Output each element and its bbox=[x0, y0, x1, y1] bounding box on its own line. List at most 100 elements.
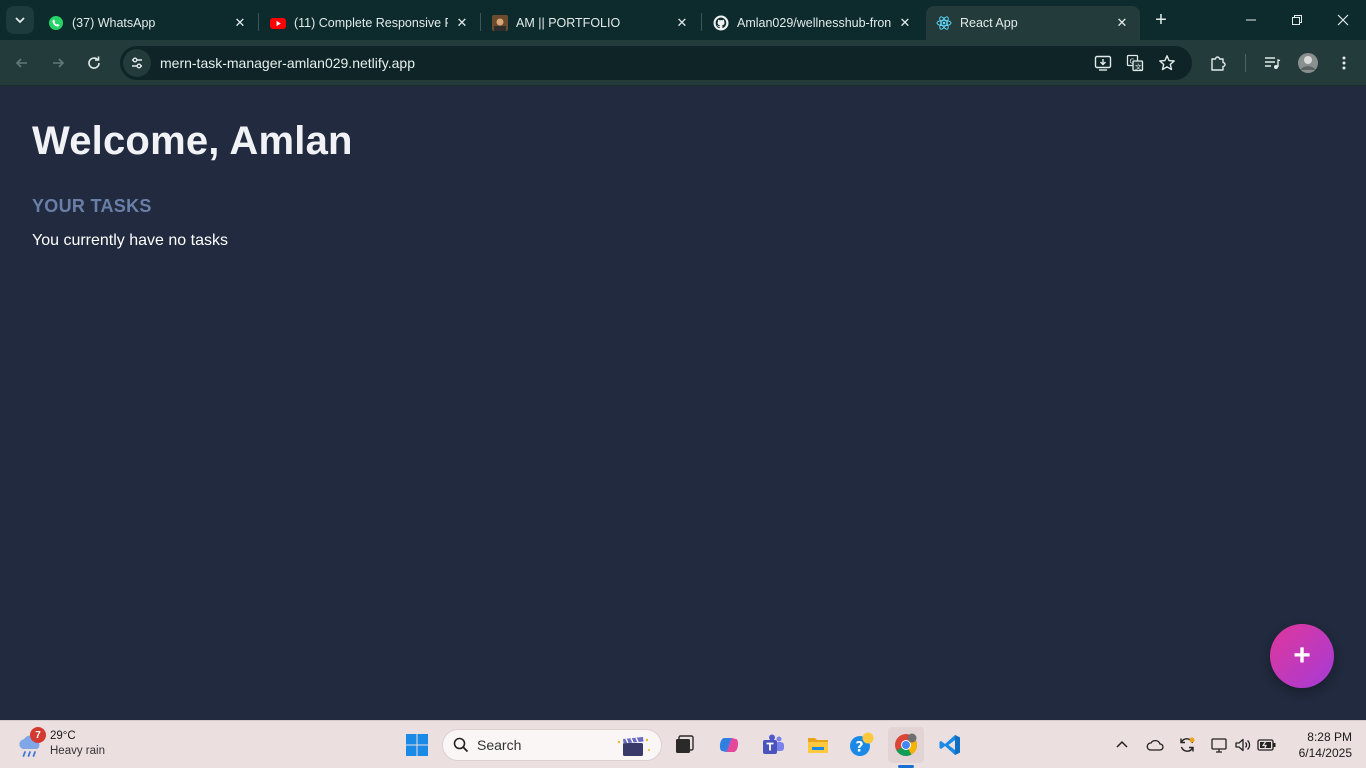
browser-menu-button[interactable] bbox=[1330, 49, 1358, 77]
address-bar[interactable]: mern-task-manager-amlan029.netlify.app G… bbox=[120, 46, 1192, 80]
weather-widget[interactable]: 7 29°C Heavy rain bbox=[16, 727, 126, 763]
translate-icon: G文 bbox=[1126, 54, 1144, 72]
react-icon bbox=[936, 15, 952, 31]
weather-condition: Heavy rain bbox=[50, 745, 105, 757]
tab-title: (37) WhatsApp bbox=[72, 16, 156, 30]
speaker-icon bbox=[1235, 738, 1251, 752]
clock-date: 6/14/2025 bbox=[1298, 746, 1352, 760]
start-button[interactable] bbox=[399, 727, 435, 763]
system-clock[interactable]: 8:28 PM 6/14/2025 bbox=[1282, 729, 1352, 761]
volume-tray[interactable] bbox=[1231, 733, 1255, 757]
forward-button[interactable] bbox=[44, 49, 72, 77]
tab-divider bbox=[701, 13, 702, 31]
queue-music-icon bbox=[1265, 57, 1281, 69]
toolbar-divider bbox=[1245, 54, 1246, 72]
task-view-icon bbox=[676, 735, 694, 753]
weather-alert-badge: 7 bbox=[30, 727, 46, 743]
tasks-section-heading: YOUR TASKS bbox=[32, 196, 152, 216]
copilot-app[interactable] bbox=[711, 727, 747, 763]
tab-search-button[interactable] bbox=[6, 6, 34, 34]
restore-icon bbox=[1292, 15, 1302, 25]
battery-tray[interactable] bbox=[1255, 733, 1279, 757]
search-placeholder: Search bbox=[477, 737, 522, 753]
teams-app[interactable] bbox=[755, 727, 791, 763]
close-icon bbox=[1337, 14, 1349, 26]
tune-icon bbox=[132, 57, 142, 69]
sync-tray[interactable] bbox=[1175, 733, 1199, 757]
svg-text:?: ? bbox=[856, 740, 864, 756]
bookmark-star-button[interactable] bbox=[1154, 50, 1180, 76]
site-info-button[interactable] bbox=[123, 49, 151, 77]
install-icon bbox=[1094, 55, 1112, 71]
close-icon[interactable]: ✕ bbox=[1114, 15, 1130, 31]
empty-tasks-message: You currently have no tasks bbox=[32, 232, 228, 249]
install-app-button[interactable] bbox=[1090, 50, 1116, 76]
tab-divider bbox=[480, 13, 481, 31]
arrow-right-icon bbox=[53, 58, 65, 68]
tab-title: React App bbox=[960, 16, 1018, 30]
svg-text:文: 文 bbox=[1135, 62, 1142, 71]
clapperboard-icon bbox=[617, 737, 650, 756]
browser-tab-portfolio[interactable]: AM || PORTFOLIO ✕ bbox=[482, 6, 700, 40]
onedrive-tray[interactable] bbox=[1143, 733, 1167, 757]
taskbar-search[interactable]: Search bbox=[442, 729, 662, 761]
close-icon[interactable]: ✕ bbox=[454, 15, 470, 31]
translate-button[interactable]: G文 bbox=[1122, 50, 1148, 76]
chevron-up-icon bbox=[1116, 740, 1128, 748]
arrow-left-icon bbox=[15, 58, 27, 68]
minimize-icon bbox=[1246, 19, 1256, 21]
browser-tab-react-app[interactable]: React App ✕ bbox=[926, 6, 1140, 40]
restore-button[interactable] bbox=[1274, 0, 1320, 40]
folder-icon bbox=[808, 738, 828, 753]
tab-title: Amlan029/wellnesshub-fron bbox=[737, 16, 891, 30]
puzzle-icon bbox=[1211, 56, 1226, 71]
ethernet-icon bbox=[1211, 738, 1227, 753]
reload-button[interactable] bbox=[80, 49, 108, 77]
network-tray[interactable] bbox=[1207, 733, 1231, 757]
browser-tab-github[interactable]: Amlan029/wellnesshub-fron ✕ bbox=[703, 6, 923, 40]
media-controls-button[interactable] bbox=[1258, 49, 1286, 77]
portfolio-icon bbox=[492, 15, 508, 31]
browser-tab-youtube[interactable]: (11) Complete Responsive Pc ✕ bbox=[260, 6, 480, 40]
show-hidden-icons-button[interactable] bbox=[1110, 733, 1134, 757]
chrome-app[interactable] bbox=[888, 727, 924, 763]
youtube-icon bbox=[270, 15, 286, 31]
minimize-button[interactable] bbox=[1228, 0, 1274, 40]
clock-time: 8:28 PM bbox=[1307, 730, 1352, 744]
url-text[interactable]: mern-task-manager-amlan029.netlify.app bbox=[160, 55, 415, 71]
close-window-button[interactable] bbox=[1320, 0, 1366, 40]
star-icon bbox=[1159, 55, 1175, 71]
tab-divider bbox=[258, 13, 259, 31]
tab-title: AM || PORTFOLIO bbox=[516, 16, 621, 30]
vscode-app[interactable] bbox=[932, 727, 968, 763]
task-view-button[interactable] bbox=[666, 727, 702, 763]
welcome-heading: Welcome, Amlan bbox=[32, 119, 353, 163]
help-icon: ? bbox=[850, 732, 874, 756]
file-explorer-app[interactable] bbox=[800, 727, 836, 763]
close-icon[interactable]: ✕ bbox=[674, 15, 690, 31]
chevron-down-icon bbox=[15, 17, 25, 24]
browser-tab-strip: (37) WhatsApp ✕ (11) Complete Responsive… bbox=[0, 0, 1366, 40]
get-help-app[interactable]: ? bbox=[844, 727, 880, 763]
browser-tab-whatsapp[interactable]: (37) WhatsApp ✕ bbox=[38, 6, 258, 40]
reload-icon bbox=[88, 56, 100, 69]
add-task-button[interactable]: + bbox=[1270, 624, 1334, 688]
close-icon[interactable]: ✕ bbox=[232, 15, 248, 31]
copilot-icon bbox=[719, 738, 739, 752]
windows-taskbar: 7 29°C Heavy rain Search ? 8:28 PM 6/14/… bbox=[0, 720, 1366, 768]
avatar-icon bbox=[1298, 53, 1318, 73]
search-icon bbox=[453, 737, 469, 753]
windows-logo-icon bbox=[406, 734, 428, 756]
cloud-icon bbox=[1146, 739, 1164, 751]
profile-avatar[interactable] bbox=[1294, 49, 1322, 77]
plus-icon: + bbox=[1155, 8, 1167, 31]
battery-charging-icon bbox=[1257, 739, 1276, 751]
chrome-icon bbox=[895, 733, 917, 756]
github-icon bbox=[713, 15, 729, 31]
back-button[interactable] bbox=[8, 49, 36, 77]
new-tab-button[interactable]: + bbox=[1150, 9, 1172, 31]
teams-icon bbox=[763, 734, 784, 754]
extensions-button[interactable] bbox=[1204, 49, 1232, 77]
sync-icon bbox=[1180, 737, 1195, 752]
close-icon[interactable]: ✕ bbox=[897, 15, 913, 31]
